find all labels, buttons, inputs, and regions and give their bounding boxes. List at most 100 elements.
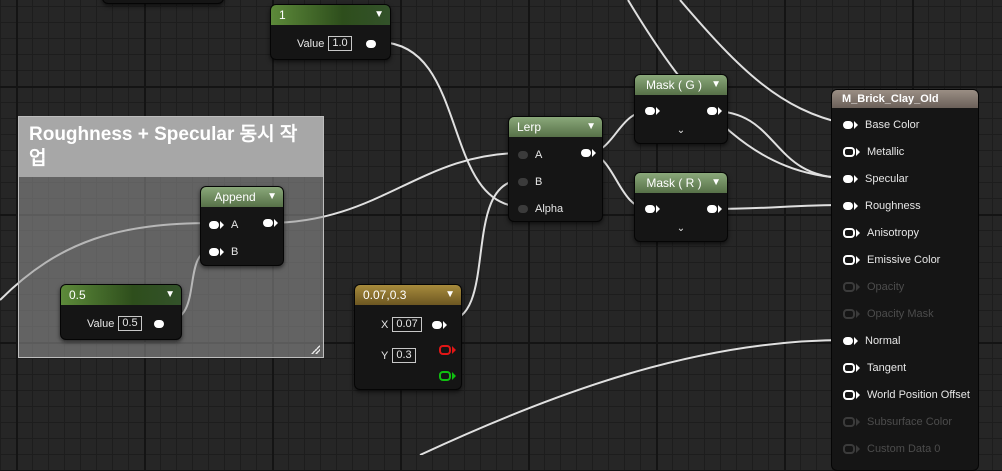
x-row: X 0.07 bbox=[381, 317, 447, 332]
chevron-down-icon[interactable]: ▼ bbox=[374, 5, 384, 25]
output-pin[interactable] bbox=[263, 219, 278, 227]
output-pin[interactable] bbox=[431, 320, 442, 329]
input-label: Opacity Mask bbox=[867, 308, 934, 320]
input-pin-a[interactable]: A bbox=[518, 149, 542, 161]
output-pin[interactable] bbox=[707, 205, 722, 213]
node-header[interactable]: Mask ( R ) ▼ bbox=[635, 173, 727, 193]
input-label: Custom Data 0 bbox=[867, 443, 941, 455]
comment-title[interactable]: Roughness + Specular 동시 작업 bbox=[19, 117, 323, 177]
material-input-custom-data-0: Custom Data 0 bbox=[843, 443, 940, 455]
material-input-specular[interactable]: Specular bbox=[843, 173, 908, 185]
material-input-metallic[interactable]: Metallic bbox=[843, 146, 904, 158]
chevron-down-icon[interactable]: ▼ bbox=[586, 117, 596, 137]
input-label: Tangent bbox=[867, 362, 907, 374]
y-value-field[interactable]: 0.3 bbox=[392, 348, 416, 363]
material-input-opacity-mask: Opacity Mask bbox=[843, 308, 934, 320]
chevron-down-icon[interactable]: ▼ bbox=[165, 285, 175, 305]
lerp-node[interactable]: Lerp ▼ A B Alpha bbox=[508, 116, 603, 222]
chevron-down-icon[interactable]: ▼ bbox=[267, 187, 277, 207]
value-field[interactable]: 1.0 bbox=[328, 36, 352, 51]
material-input-roughness[interactable]: Roughness bbox=[843, 200, 921, 212]
input-pin[interactable] bbox=[843, 282, 855, 292]
value-row: Value 1.0 bbox=[297, 36, 376, 51]
value-label: Value bbox=[297, 37, 325, 50]
input-pin[interactable] bbox=[843, 255, 855, 265]
resize-handle-icon[interactable] bbox=[310, 344, 320, 354]
constant2vector-node[interactable]: 0.07,0.3 ▼ X 0.07 Y 0.3 bbox=[354, 284, 462, 390]
input-pin-a[interactable]: A bbox=[209, 219, 238, 231]
chevron-down-icon[interactable]: ⌄ bbox=[635, 125, 727, 136]
wire-mask-g-to-specular bbox=[711, 110, 847, 179]
input-pin[interactable] bbox=[645, 107, 660, 115]
input-label: Normal bbox=[865, 335, 901, 347]
node-title: Mask ( R ) bbox=[646, 176, 702, 190]
chevron-down-icon[interactable]: ▼ bbox=[711, 75, 721, 95]
input-pin[interactable] bbox=[843, 147, 855, 157]
node-header[interactable]: 0.07,0.3 ▼ bbox=[355, 285, 461, 305]
input-pin[interactable] bbox=[645, 205, 660, 213]
material-input-anisotropy[interactable]: Anisotropy bbox=[843, 227, 919, 239]
node-header[interactable]: Lerp ▼ bbox=[509, 117, 602, 137]
chevron-down-icon[interactable]: ⌄ bbox=[635, 223, 727, 234]
material-name[interactable]: M_Brick_Clay_Old bbox=[832, 90, 978, 108]
wire-const1-to-lerp bbox=[377, 41, 523, 208]
input-label: Roughness bbox=[865, 200, 921, 212]
input-label: Subsurface Color bbox=[867, 416, 952, 428]
output-pin[interactable] bbox=[153, 319, 164, 328]
input-label: Metallic bbox=[867, 146, 905, 158]
constant-node-1[interactable]: 1 ▼ Value 1.0 bbox=[270, 4, 391, 60]
output-pin[interactable] bbox=[707, 107, 722, 115]
input-label: Opacity bbox=[867, 281, 905, 293]
value-row: Value 0.5 bbox=[87, 316, 164, 331]
mask-r-node[interactable]: Mask ( R ) ▼ ⌄ bbox=[634, 172, 728, 242]
material-input-tangent[interactable]: Tangent bbox=[843, 362, 906, 374]
input-pin[interactable] bbox=[843, 309, 855, 319]
wire-mask-r-to-roughness bbox=[711, 204, 847, 210]
node-title: Mask ( G ) bbox=[646, 78, 702, 92]
x-label: X bbox=[381, 318, 389, 331]
wire-offscreen-to-normal bbox=[419, 339, 847, 455]
input-label: Base Color bbox=[865, 119, 920, 131]
input-pin-alpha[interactable]: Alpha bbox=[518, 203, 563, 215]
input-pin[interactable] bbox=[843, 417, 855, 427]
node-header[interactable]: 0.5 ▼ bbox=[61, 285, 181, 305]
material-input-emissive-color[interactable]: Emissive Color bbox=[843, 254, 940, 266]
input-pin-b[interactable]: B bbox=[518, 176, 542, 188]
chevron-down-icon[interactable]: ▼ bbox=[711, 173, 721, 193]
constant-node-0-5[interactable]: 0.5 ▼ Value 0.5 bbox=[60, 284, 182, 340]
value-field[interactable]: 0.5 bbox=[118, 316, 142, 331]
material-input-base-color[interactable]: Base Color bbox=[843, 119, 919, 131]
input-pin[interactable] bbox=[843, 175, 853, 183]
value-label: Value bbox=[87, 317, 115, 330]
mask-g-node[interactable]: Mask ( G ) ▼ ⌄ bbox=[634, 74, 728, 144]
input-pin[interactable] bbox=[843, 202, 853, 210]
input-label: Specular bbox=[865, 173, 909, 185]
material-input-world-position-offset[interactable]: World Position Offset bbox=[843, 389, 970, 401]
input-pin[interactable] bbox=[843, 121, 853, 129]
chevron-down-icon[interactable]: ▼ bbox=[445, 285, 455, 305]
node-header[interactable]: 1 ▼ bbox=[271, 5, 390, 25]
node-title: 0.5 bbox=[69, 288, 86, 302]
input-pin[interactable] bbox=[843, 363, 855, 373]
material-input-opacity: Opacity bbox=[843, 281, 904, 293]
input-pin[interactable] bbox=[843, 228, 855, 238]
input-label: World Position Offset bbox=[867, 389, 970, 401]
output-pin[interactable] bbox=[365, 39, 376, 48]
input-label: Anisotropy bbox=[867, 227, 919, 239]
output-pin[interactable] bbox=[581, 149, 596, 157]
partial-node-offscreen[interactable] bbox=[102, 0, 224, 4]
input-pin-b[interactable]: B bbox=[209, 246, 238, 258]
node-header[interactable]: Mask ( G ) ▼ bbox=[635, 75, 727, 95]
input-pin[interactable] bbox=[843, 390, 855, 400]
material-result-node[interactable]: M_Brick_Clay_Old Base Color Metallic Specu… bbox=[831, 89, 979, 471]
x-value-field[interactable]: 0.07 bbox=[392, 317, 422, 332]
output-pin-g[interactable] bbox=[439, 371, 456, 381]
input-pin[interactable] bbox=[843, 444, 855, 454]
append-node[interactable]: Append ▼ A B bbox=[200, 186, 284, 266]
y-row: Y 0.3 bbox=[381, 348, 416, 363]
material-input-normal[interactable]: Normal bbox=[843, 335, 900, 347]
input-pin[interactable] bbox=[843, 337, 853, 345]
node-title: 1 bbox=[279, 8, 286, 22]
output-pin-r[interactable] bbox=[439, 345, 456, 355]
node-header[interactable]: Append ▼ bbox=[201, 187, 283, 207]
